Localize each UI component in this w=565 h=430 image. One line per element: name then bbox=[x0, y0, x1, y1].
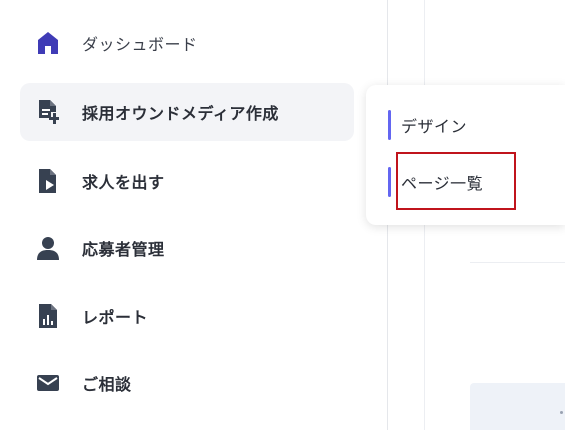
sidebar-item-label: ダッシュボード bbox=[82, 35, 198, 54]
sidebar-item-consult[interactable]: ご相談 bbox=[20, 354, 354, 412]
submenu-item-label: デザイン bbox=[401, 117, 468, 136]
report-chart-icon bbox=[35, 303, 61, 329]
sidebar-item-label: ご相談 bbox=[82, 375, 132, 394]
sidebar-item-label: レポート bbox=[82, 308, 149, 327]
envelope-icon bbox=[35, 370, 61, 396]
content-divider bbox=[470, 262, 565, 263]
document-add-icon bbox=[35, 99, 61, 125]
document-send-icon bbox=[35, 168, 61, 194]
user-icon bbox=[35, 235, 61, 261]
sidebar-item-owned-media[interactable]: 採用オウンドメディア作成 bbox=[20, 83, 354, 141]
submenu-indicator bbox=[388, 167, 391, 197]
content-card-marker bbox=[560, 411, 563, 414]
sidebar: ダッシュボード 採用オウンドメディア作成 求人を出す 応募者管理 レポート ご相… bbox=[0, 0, 388, 430]
submenu-indicator bbox=[388, 110, 391, 140]
sidebar-item-dashboard[interactable]: ダッシュボード bbox=[20, 14, 354, 72]
sidebar-item-label: 採用オウンドメディア作成 bbox=[82, 104, 279, 123]
sidebar-item-label: 求人を出す bbox=[82, 173, 165, 192]
content-card bbox=[470, 383, 565, 430]
sidebar-item-report[interactable]: レポート bbox=[20, 287, 354, 345]
sidebar-item-applicants[interactable]: 応募者管理 bbox=[20, 219, 354, 277]
home-icon bbox=[35, 30, 61, 56]
sidebar-item-label: 応募者管理 bbox=[82, 240, 165, 259]
highlight-box bbox=[396, 152, 516, 210]
submenu-item-design[interactable]: デザイン bbox=[388, 107, 558, 143]
sidebar-item-post-job[interactable]: 求人を出す bbox=[20, 152, 354, 210]
